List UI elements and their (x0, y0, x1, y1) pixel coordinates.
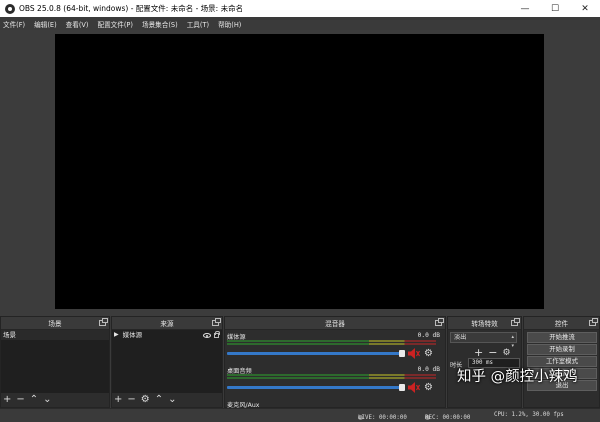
move-up-icon[interactable]: ⌃ (155, 395, 163, 405)
volume-slider[interactable] (227, 352, 402, 355)
source-item[interactable]: ▶ 媒体源 (112, 330, 222, 340)
undock-icon[interactable] (435, 318, 444, 326)
menu-scene-collection[interactable]: 场景集合(S) (142, 19, 178, 29)
status-bar: LIVE: 00:00:00 REC: 00:00:00 CPU: 1.2%, … (0, 408, 600, 422)
cpu-fps: CPU: 1.2%, 30.00 fps (494, 412, 564, 418)
controls-dock: 控件 开始推流 开始录制 工作室模式 设置 退出 (523, 316, 600, 408)
menu-profile[interactable]: 配置文件(P) (97, 19, 133, 29)
muted-speaker-icon[interactable] (408, 348, 420, 359)
watermark: 知乎 @颜控小辣鸡 (457, 369, 578, 385)
controls-dock-title: 控件 (554, 320, 569, 328)
channel-db: 0.0 dB (417, 332, 440, 339)
volume-meter (227, 374, 436, 376)
live-time: LIVE: 00:00:00 (358, 415, 407, 421)
transitions-dock-title: 转场特效 (471, 320, 498, 328)
minimize-button[interactable]: — (510, 0, 540, 17)
mixer-dock-header: 混音器 (225, 317, 445, 330)
close-button[interactable]: ✕ (570, 0, 600, 17)
add-icon[interactable]: + (3, 395, 11, 405)
move-down-icon[interactable]: ⌄ (43, 395, 51, 405)
undock-icon[interactable] (212, 318, 221, 326)
source-item-label: 媒体源 (122, 331, 143, 339)
mixer-channel: 桌面音频 0.0 dB ⚙ (227, 366, 440, 400)
preview-canvas[interactable] (55, 34, 544, 309)
transition-select[interactable]: 淡出 ▴ ▾ (450, 332, 517, 349)
gear-icon[interactable]: ⚙ (141, 395, 150, 405)
move-down-icon[interactable]: ⌄ (168, 395, 176, 405)
rec-time: REC: 00:00:00 (425, 415, 471, 421)
volume-slider-handle[interactable] (399, 384, 405, 391)
menu-help[interactable]: 帮助(H) (218, 19, 241, 29)
media-play-icon: ▶ (114, 331, 119, 338)
menu-edit[interactable]: 编辑(E) (34, 19, 57, 29)
scenes-toolbar: + − ⌃ ⌄ (1, 393, 109, 407)
undock-icon[interactable] (99, 318, 108, 326)
title-bar: OBS 25.0.8 (64-bit, windows) - 配置文件: 未命名… (0, 0, 600, 17)
gear-icon[interactable]: ⚙ (502, 348, 510, 358)
menu-file[interactable]: 文件(F) (3, 19, 25, 29)
start-streaming-button[interactable]: 开始推流 (527, 332, 597, 343)
scenes-dock-header: 场景 (1, 317, 109, 330)
scene-transitions-dock: 转场特效 淡出 ▴ ▾ + − ⚙ 时长 300 ms (447, 316, 522, 408)
scenes-dock: 场景 场景 + − ⌃ ⌄ (0, 316, 110, 408)
scene-item[interactable]: 场景 (1, 330, 109, 340)
mixer-channel: 媒体源 0.0 dB ⚙ (227, 332, 440, 366)
mixer-channels: 媒体源 0.0 dB ⚙ 桌面音频 0.0 dB ⚙ 麦克风/Aux (225, 330, 445, 410)
gear-icon[interactable]: ⚙ (424, 349, 433, 359)
undock-icon[interactable] (589, 318, 598, 326)
volume-meter (227, 340, 436, 342)
sources-dock-header: 来源 (112, 317, 222, 330)
gear-icon[interactable]: ⚙ (424, 383, 433, 393)
audio-mixer-dock: 混音器 媒体源 0.0 dB ⚙ 桌面音频 0.0 dB ⚙ 麦克风/Aux (224, 316, 446, 410)
lock-icon[interactable] (214, 330, 220, 338)
scenes-list[interactable]: 场景 (1, 330, 109, 393)
menu-tools[interactable]: 工具(T) (187, 19, 209, 29)
remove-icon[interactable]: − (127, 395, 135, 405)
sources-dock-title: 来源 (160, 320, 174, 328)
scenes-dock-title: 场景 (48, 320, 62, 328)
channel-db: 0.0 dB (417, 366, 440, 373)
sources-list[interactable]: ▶ 媒体源 (112, 330, 222, 393)
volume-meter (227, 343, 436, 345)
volume-meter (227, 377, 436, 379)
start-recording-button[interactable]: 开始录制 (527, 344, 597, 355)
transitions-dock-header: 转场特效 (448, 317, 521, 330)
mixer-dock-title: 混音器 (325, 320, 345, 328)
controls-dock-header: 控件 (524, 317, 599, 330)
volume-slider-handle[interactable] (399, 350, 405, 357)
sources-dock: 来源 ▶ 媒体源 + − ⚙ ⌃ ⌄ (111, 316, 223, 408)
menu-view[interactable]: 查看(V) (66, 19, 89, 29)
transition-selected: 淡出 (454, 334, 467, 341)
muted-speaker-icon[interactable] (408, 382, 420, 393)
visibility-eye-icon[interactable] (203, 332, 211, 338)
obs-logo-icon (5, 3, 15, 14)
maximize-button[interactable]: ☐ (540, 0, 570, 17)
volume-slider[interactable] (227, 386, 402, 389)
sources-toolbar: + − ⚙ ⌃ ⌄ (112, 393, 222, 407)
remove-icon[interactable]: − (16, 395, 24, 405)
add-icon[interactable]: + (114, 395, 122, 405)
window-title: OBS 25.0.8 (64-bit, windows) - 配置文件: 未命名… (19, 4, 244, 13)
menu-bar: 文件(F) 编辑(E) 查看(V) 配置文件(P) 场景集合(S) 工具(T) … (0, 17, 600, 30)
move-up-icon[interactable]: ⌃ (30, 395, 38, 405)
undock-icon[interactable] (511, 318, 520, 326)
